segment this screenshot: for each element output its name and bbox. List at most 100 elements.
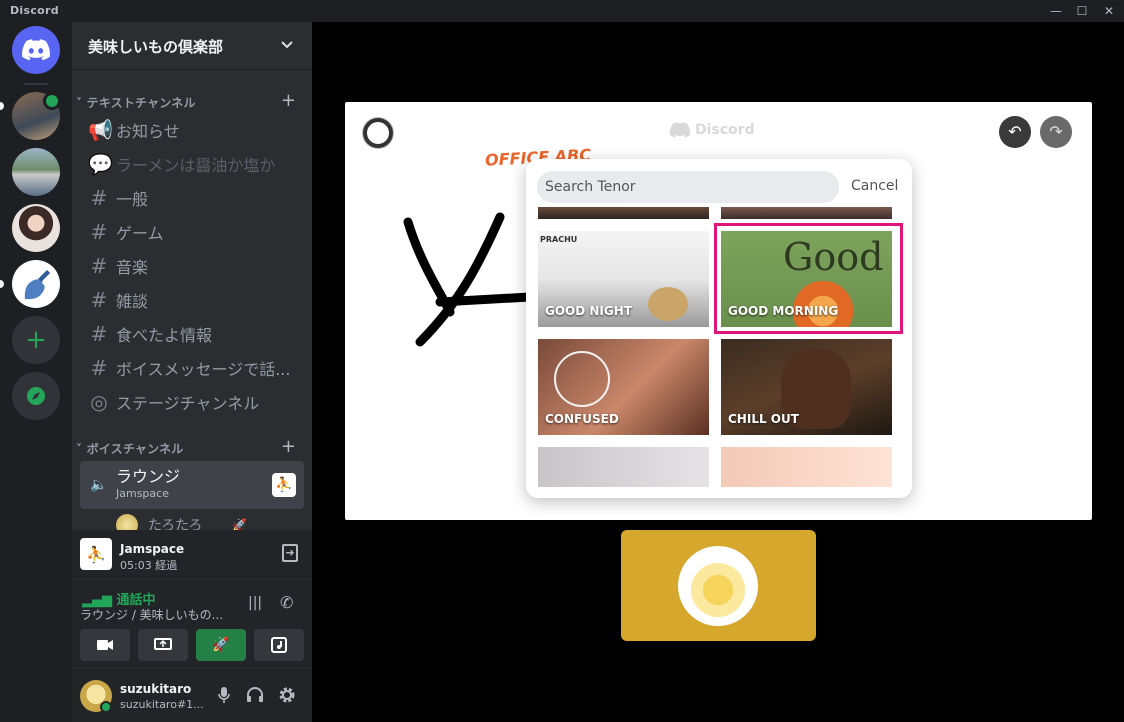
microphone-icon[interactable] [218,686,230,704]
screen-share-button[interactable] [138,629,188,661]
voice-channel-name: ラウンジ [116,467,181,486]
headphones-icon[interactable] [246,686,264,703]
voice-connection-panel: ▂▄▆ 通話中 ラウンジ / 美味しいもの... ||| ✆ 🚀 [72,579,312,667]
ink-drawing [403,212,535,347]
tenor-gif-picker: Cancel PRACHU GOOD NIGHT Good GOOD MORNI… [526,159,912,498]
gif-item-partial[interactable] [721,447,892,487]
guild-header[interactable]: 美味しいもの倶楽部 [72,22,312,70]
gif-label: CONFUSED [545,412,619,426]
camera-button[interactable] [80,629,130,661]
channel-item[interactable]: 💬 ラーメンは醤油か塩か [80,148,304,180]
gif-art [554,351,610,407]
channel-item[interactable]: # ボイスメッセージで話... [80,352,304,384]
activity-button[interactable]: 🚀 [196,629,246,661]
disconnect-call-icon[interactable]: ✆ [280,593,293,612]
hash-icon: # [90,288,108,312]
server-rail: + [0,22,72,722]
rocket-icon: 🚀 [212,637,230,653]
channel-label: ステージチャンネル [116,394,260,413]
thread-icon: 💬 [88,152,113,176]
hash-icon: # [90,356,108,380]
gif-item-partial[interactable] [538,447,709,487]
unread-pill [0,102,4,110]
gif-art [648,287,688,321]
gif-item-partial[interactable] [538,207,709,219]
category-voice-channels[interactable]: ˅ ボイスチャンネル [76,440,183,457]
voice-channel-activity: Jamspace [116,487,169,500]
online-status-icon [100,701,112,713]
channel-item[interactable]: # 食べたよ情報 [80,318,304,350]
user-tag: suzukitaro#1... [120,698,204,711]
plus-icon: + [25,325,47,355]
category-label: ボイスチャンネル [86,442,184,456]
channel-label: 雑談 [116,292,149,311]
channel-label: 音楽 [116,258,149,277]
gif-confused[interactable]: CONFUSED [538,339,709,435]
channel-item[interactable]: # 音楽 [80,250,304,282]
voice-channel-lounge[interactable]: 🔈 ラウンジ Jamspace ⛹ [80,461,304,509]
user-panel: suzukitaro suzukitaro#1... [72,668,312,722]
minimize-button[interactable]: — [1046,2,1066,20]
user-name: suzukitaro [120,682,192,696]
leave-activity-icon[interactable]: ➜ [282,544,298,562]
jamspace-icon: ⛹ [272,473,296,497]
close-button[interactable]: ✕ [1099,2,1119,20]
activity-panel: ⛹ Jamspace 05:03 経過 ➜ [72,530,312,578]
selection-highlight [714,223,903,334]
explore-servers-button[interactable] [12,372,60,420]
soundboard-button[interactable] [254,629,304,661]
rail-separator [24,83,48,85]
chevron-down-icon [281,41,293,49]
channel-item[interactable]: ◎ ステージチャンネル [80,386,304,418]
participant-tile[interactable] [621,530,816,641]
server-icon-shovel[interactable] [12,260,60,308]
undo-button[interactable]: ↶ [999,116,1031,148]
server-icon-person[interactable] [12,204,60,252]
channel-label: ラーメンは醤油か塩か [116,156,276,175]
guild-name: 美味しいもの倶楽部 [88,38,224,56]
screen-share-icon [154,638,172,650]
category-text-channels[interactable]: ˅ テキストチャンネル [76,94,196,111]
add-server-button[interactable]: + [12,316,60,364]
activity-elapsed: 05:03 経過 [120,559,178,572]
discord-logo-icon [22,39,50,61]
gear-icon[interactable] [278,686,296,704]
brush-size-button[interactable] [363,118,393,148]
tenor-search-input[interactable] [537,171,839,203]
channel-label: 食べたよ情報 [116,326,213,345]
cancel-button[interactable]: Cancel [851,178,898,194]
gif-chill-out[interactable]: CHILL OUT [721,339,892,435]
add-text-channel-icon[interactable]: + [281,90,296,111]
category-label: テキストチャンネル [86,96,196,110]
speaker-icon: 🔈 [90,477,108,493]
jamspace-app-icon: ⛹ [80,538,112,570]
channel-sidebar: 美味しいもの倶楽部 ˅ テキストチャンネル + 📢 お知らせ 💬 ラーメンは醤油… [72,22,312,722]
hash-icon: # [90,322,108,346]
hash-icon: # [90,254,108,278]
shovel-icon [24,270,50,300]
participant-avatar [678,546,758,626]
megaphone-icon: 📢 [88,118,113,142]
add-voice-channel-icon[interactable]: + [281,436,296,457]
voice-channel-text: ラウンジ Jamspace [116,468,180,502]
stage-icon: ◎ [90,390,108,414]
noise-suppression-icon[interactable]: ||| [248,595,262,611]
channel-item[interactable]: # ゲーム [80,216,304,248]
channel-label: ボイスメッセージで話... [116,360,291,379]
channel-label: ゲーム [116,224,164,243]
app-title: Discord [10,4,59,17]
maximize-button[interactable]: ☐ [1072,2,1092,20]
gif-good-night[interactable]: PRACHU GOOD NIGHT [538,231,709,327]
channel-item[interactable]: # 雑談 [80,284,304,316]
voice-location[interactable]: ラウンジ / 美味しいもの... [80,606,223,623]
hash-icon: # [90,220,108,244]
server-icon-train[interactable] [12,148,60,196]
gif-label: CHILL OUT [728,412,799,426]
selected-pill [0,280,4,288]
channel-item[interactable]: # 一般 [80,182,304,214]
channel-item[interactable]: 📢 お知らせ [80,114,304,146]
home-button[interactable] [12,26,60,74]
redo-button[interactable]: ↷ [1040,116,1072,148]
gif-item-partial[interactable] [721,207,892,219]
boost-badge-icon [43,92,61,110]
